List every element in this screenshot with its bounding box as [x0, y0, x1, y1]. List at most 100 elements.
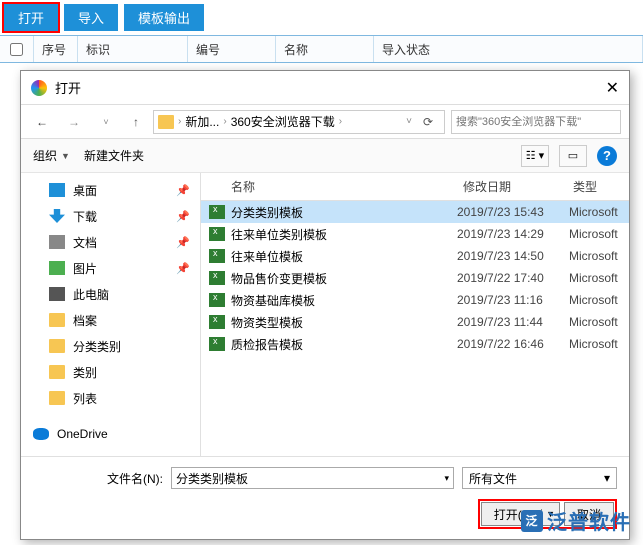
- sidebar-item-list[interactable]: 列表: [21, 385, 200, 411]
- sidebar-item-onedrive[interactable]: OneDrive: [21, 421, 200, 447]
- file-name: 物品售价变更模板: [231, 270, 457, 287]
- folder-icon: [49, 365, 65, 379]
- app-logo-icon: [31, 80, 47, 96]
- sidebar-item-archive[interactable]: 档案: [21, 307, 200, 333]
- pin-icon: 📌: [176, 262, 190, 275]
- nav-forward-icon[interactable]: →: [61, 109, 87, 135]
- col-seq[interactable]: 序号: [34, 36, 78, 62]
- file-date: 2019/7/23 14:50: [457, 249, 569, 263]
- search-box[interactable]: [451, 110, 621, 134]
- desktop-icon: [49, 183, 65, 197]
- col-filename[interactable]: 名称: [231, 178, 463, 195]
- col-label[interactable]: 标识: [78, 36, 188, 62]
- file-date: 2019/7/23 11:44: [457, 315, 569, 329]
- logo-icon: 泛: [521, 510, 543, 532]
- file-name: 往来单位模板: [231, 248, 457, 265]
- file-date: 2019/7/23 14:29: [457, 227, 569, 241]
- pc-icon: [49, 287, 65, 301]
- excel-icon: [209, 227, 225, 241]
- sidebar-item-downloads[interactable]: 下载📌: [21, 203, 200, 229]
- excel-icon: [209, 271, 225, 285]
- sidebar-item-kind[interactable]: 类别: [21, 359, 200, 385]
- file-name: 分类类别模板: [231, 204, 457, 221]
- filename-label: 文件名(N):: [33, 470, 163, 487]
- file-type: Microsoft: [569, 293, 629, 307]
- pin-icon: 📌: [176, 210, 190, 223]
- file-name: 往来单位类别模板: [231, 226, 457, 243]
- crumb-segment[interactable]: 新加...: [185, 113, 219, 130]
- breadcrumb[interactable]: › 新加... › 360安全浏览器下载 › ˅ ⟳: [153, 110, 445, 134]
- nav-back-icon[interactable]: ←: [29, 109, 55, 135]
- preview-pane-button[interactable]: ▭: [559, 145, 587, 167]
- file-type: Microsoft: [569, 271, 629, 285]
- new-folder-button[interactable]: 新建文件夹: [84, 147, 144, 164]
- col-num[interactable]: 编号: [188, 36, 276, 62]
- sidebar-item-pc[interactable]: 此电脑: [21, 281, 200, 307]
- file-date: 2019/7/22 17:40: [457, 271, 569, 285]
- close-icon[interactable]: ✕: [606, 78, 619, 98]
- file-type: Microsoft: [569, 337, 629, 351]
- file-row[interactable]: 物资类型模板2019/7/23 11:44Microsoft: [201, 311, 629, 333]
- sidebar-item-desktop[interactable]: 桌面📌: [21, 177, 200, 203]
- col-type[interactable]: 类型: [573, 178, 629, 195]
- sidebar: 桌面📌 下载📌 文档📌 图片📌 此电脑 档案 分类类别 类别 列表 OneDri…: [21, 173, 201, 456]
- file-type: Microsoft: [569, 249, 629, 263]
- open-button[interactable]: 打开: [4, 4, 58, 31]
- file-type: Microsoft: [569, 205, 629, 219]
- folder-icon: [49, 313, 65, 327]
- document-icon: [49, 235, 65, 249]
- col-modified[interactable]: 修改日期: [463, 178, 573, 195]
- folder-icon: [49, 339, 65, 353]
- col-status[interactable]: 导入状态: [374, 36, 643, 62]
- help-icon[interactable]: ?: [597, 146, 617, 166]
- crumb-segment[interactable]: 360安全浏览器下载: [231, 113, 335, 130]
- file-date: 2019/7/23 15:43: [457, 205, 569, 219]
- view-mode-button[interactable]: ☷ ▾: [521, 145, 549, 167]
- chevron-down-icon[interactable]: ▼: [61, 151, 70, 161]
- pin-icon: 📌: [176, 236, 190, 249]
- template-output-button[interactable]: 模板输出: [124, 4, 204, 31]
- file-name: 物资类型模板: [231, 314, 457, 331]
- file-type: Microsoft: [569, 227, 629, 241]
- select-all-checkbox[interactable]: [10, 43, 23, 56]
- file-open-dialog: 打开 ✕ ← → ˅ ↑ › 新加... › 360安全浏览器下载 › ˅ ⟳ …: [20, 70, 630, 540]
- download-icon: [49, 209, 65, 223]
- grid-header: 序号 标识 编号 名称 导入状态: [0, 35, 643, 63]
- file-name: 质检报告模板: [231, 336, 457, 353]
- file-row[interactable]: 质检报告模板2019/7/22 16:46Microsoft: [201, 333, 629, 355]
- file-row[interactable]: 物资基础库模板2019/7/23 11:16Microsoft: [201, 289, 629, 311]
- import-button[interactable]: 导入: [64, 4, 118, 31]
- nav-up-icon[interactable]: ↑: [125, 111, 147, 133]
- folder-icon: [158, 115, 174, 129]
- organize-menu[interactable]: 组织: [33, 147, 57, 164]
- excel-icon: [209, 315, 225, 329]
- file-row[interactable]: 物品售价变更模板2019/7/22 17:40Microsoft: [201, 267, 629, 289]
- search-input[interactable]: [456, 116, 616, 128]
- file-row[interactable]: 往来单位模板2019/7/23 14:50Microsoft: [201, 245, 629, 267]
- watermark: 泛 泛普软件: [521, 506, 631, 535]
- folder-icon: [49, 391, 65, 405]
- sidebar-item-documents[interactable]: 文档📌: [21, 229, 200, 255]
- col-name[interactable]: 名称: [276, 36, 374, 62]
- sidebar-item-pictures[interactable]: 图片📌: [21, 255, 200, 281]
- file-list-header: 名称 修改日期 类型: [201, 173, 629, 201]
- filename-input[interactable]: 分类类别模板▾: [171, 467, 454, 489]
- nav-recent-icon[interactable]: ˅: [93, 109, 119, 135]
- file-date: 2019/7/23 11:16: [457, 293, 569, 307]
- file-row[interactable]: 分类类别模板2019/7/23 15:43Microsoft: [201, 201, 629, 223]
- chevron-right-icon: ›: [178, 116, 181, 127]
- excel-icon: [209, 205, 225, 219]
- chevron-down-icon[interactable]: ▾: [444, 473, 449, 484]
- file-list: 分类类别模板2019/7/23 15:43Microsoft往来单位类别模板20…: [201, 201, 629, 456]
- file-date: 2019/7/22 16:46: [457, 337, 569, 351]
- chevron-down-icon[interactable]: ˅: [406, 116, 412, 127]
- excel-icon: [209, 293, 225, 307]
- refresh-icon[interactable]: ⟳: [416, 115, 440, 129]
- cloud-icon: [33, 428, 49, 440]
- filetype-select[interactable]: 所有文件▾: [462, 467, 617, 489]
- file-row[interactable]: 往来单位类别模板2019/7/23 14:29Microsoft: [201, 223, 629, 245]
- picture-icon: [49, 261, 65, 275]
- dialog-title: 打开: [55, 78, 81, 97]
- sidebar-item-category[interactable]: 分类类别: [21, 333, 200, 359]
- file-type: Microsoft: [569, 315, 629, 329]
